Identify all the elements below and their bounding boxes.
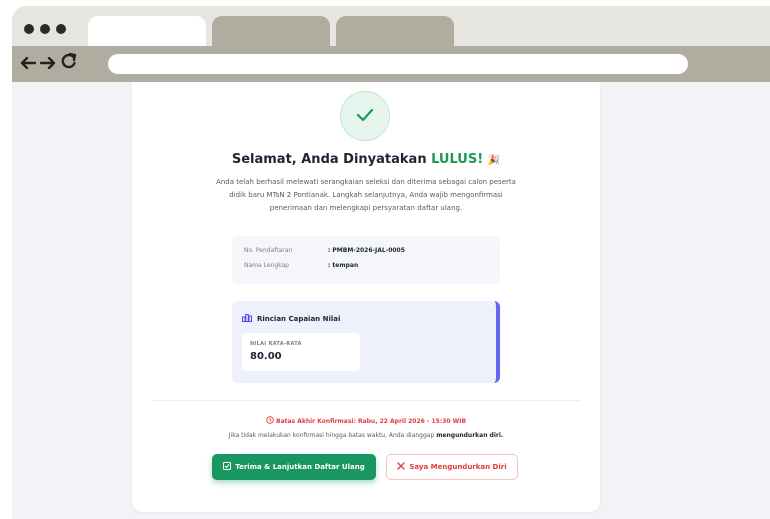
accept-continue-button[interactable]: Terima & Lanjutkan Daftar Ulang xyxy=(212,454,376,480)
browser-tab-active[interactable] xyxy=(88,16,206,48)
result-description: Anda telah berhasil melewati serangkaian… xyxy=(216,178,516,212)
divider xyxy=(152,400,580,401)
page-viewport: Selamat, Anda Dinyatakan LULUS! 🎉 Anda t… xyxy=(12,82,770,519)
party-emoji: 🎉 xyxy=(487,155,501,166)
warning-text: Jika tidak melakukan konfirmasi hingga b… xyxy=(228,432,435,439)
browser-window: Selamat, Anda Dinyatakan LULUS! 🎉 Anda t… xyxy=(12,6,770,519)
info-value: : tempan xyxy=(327,262,359,269)
chart-icon xyxy=(242,313,252,324)
minimize-window-icon[interactable] xyxy=(40,24,50,34)
browser-tab-3[interactable] xyxy=(336,16,454,48)
score-panel-title: Rincian Capaian Nilai xyxy=(242,313,340,324)
titlebar xyxy=(12,6,770,48)
arrow-left-icon[interactable] xyxy=(20,53,37,75)
deadline-notice: Batas Akhir Konfirmasi: Rabu, 22 April 2… xyxy=(132,416,600,425)
average-score-card: NILAI RATA-RATA 80.00 xyxy=(242,333,360,371)
window-controls xyxy=(24,24,66,34)
resign-button[interactable]: Saya Mengundurkan Diri xyxy=(386,454,518,480)
score-panel: Rincian Capaian Nilai NILAI RATA-RATA 80… xyxy=(232,301,500,383)
navigation-bar xyxy=(12,46,770,82)
info-label: No. Pendaftaran xyxy=(244,247,293,254)
info-value: : PMBM-2026-JAL-0005 xyxy=(327,247,405,254)
resignation-warning: Jika tidak melakukan konfirmasi hingga b… xyxy=(132,432,600,439)
browser-tab-2[interactable] xyxy=(212,16,330,48)
info-row: No. Pendaftaran : PMBM-2026-JAL-0005 xyxy=(244,247,405,254)
info-label: Nama Lengkap xyxy=(244,262,289,269)
x-icon xyxy=(397,462,406,472)
result-title: Selamat, Anda Dinyatakan LULUS! 🎉 xyxy=(132,152,600,167)
average-score-value: 80.00 xyxy=(250,351,282,362)
deadline-text: Batas Akhir Konfirmasi: Rabu, 22 April 2… xyxy=(276,418,467,425)
success-badge xyxy=(340,91,390,141)
resign-button-label: Saya Mengundurkan Diri xyxy=(409,463,507,471)
url-bar[interactable] xyxy=(108,54,688,74)
reload-icon[interactable] xyxy=(60,52,78,76)
accept-button-label: Terima & Lanjutkan Daftar Ulang xyxy=(235,463,365,471)
result-card: Selamat, Anda Dinyatakan LULUS! 🎉 Anda t… xyxy=(132,82,600,512)
score-title-text: Rincian Capaian Nilai xyxy=(257,314,341,323)
warning-bold-text: mengundurkan diri. xyxy=(436,432,504,439)
info-row: Nama Lengkap : tempan xyxy=(244,262,358,269)
title-highlight: LULUS! xyxy=(431,152,484,167)
check-icon xyxy=(356,107,374,126)
checkbox-icon xyxy=(223,462,232,472)
registration-info: No. Pendaftaran : PMBM-2026-JAL-0005 Nam… xyxy=(232,236,500,284)
clock-icon xyxy=(266,416,276,425)
maximize-window-icon[interactable] xyxy=(56,24,66,34)
close-window-icon[interactable] xyxy=(24,24,34,34)
arrow-right-icon[interactable] xyxy=(39,53,56,75)
average-score-label: NILAI RATA-RATA xyxy=(250,341,302,347)
title-prefix: Selamat, Anda Dinyatakan xyxy=(231,152,427,167)
